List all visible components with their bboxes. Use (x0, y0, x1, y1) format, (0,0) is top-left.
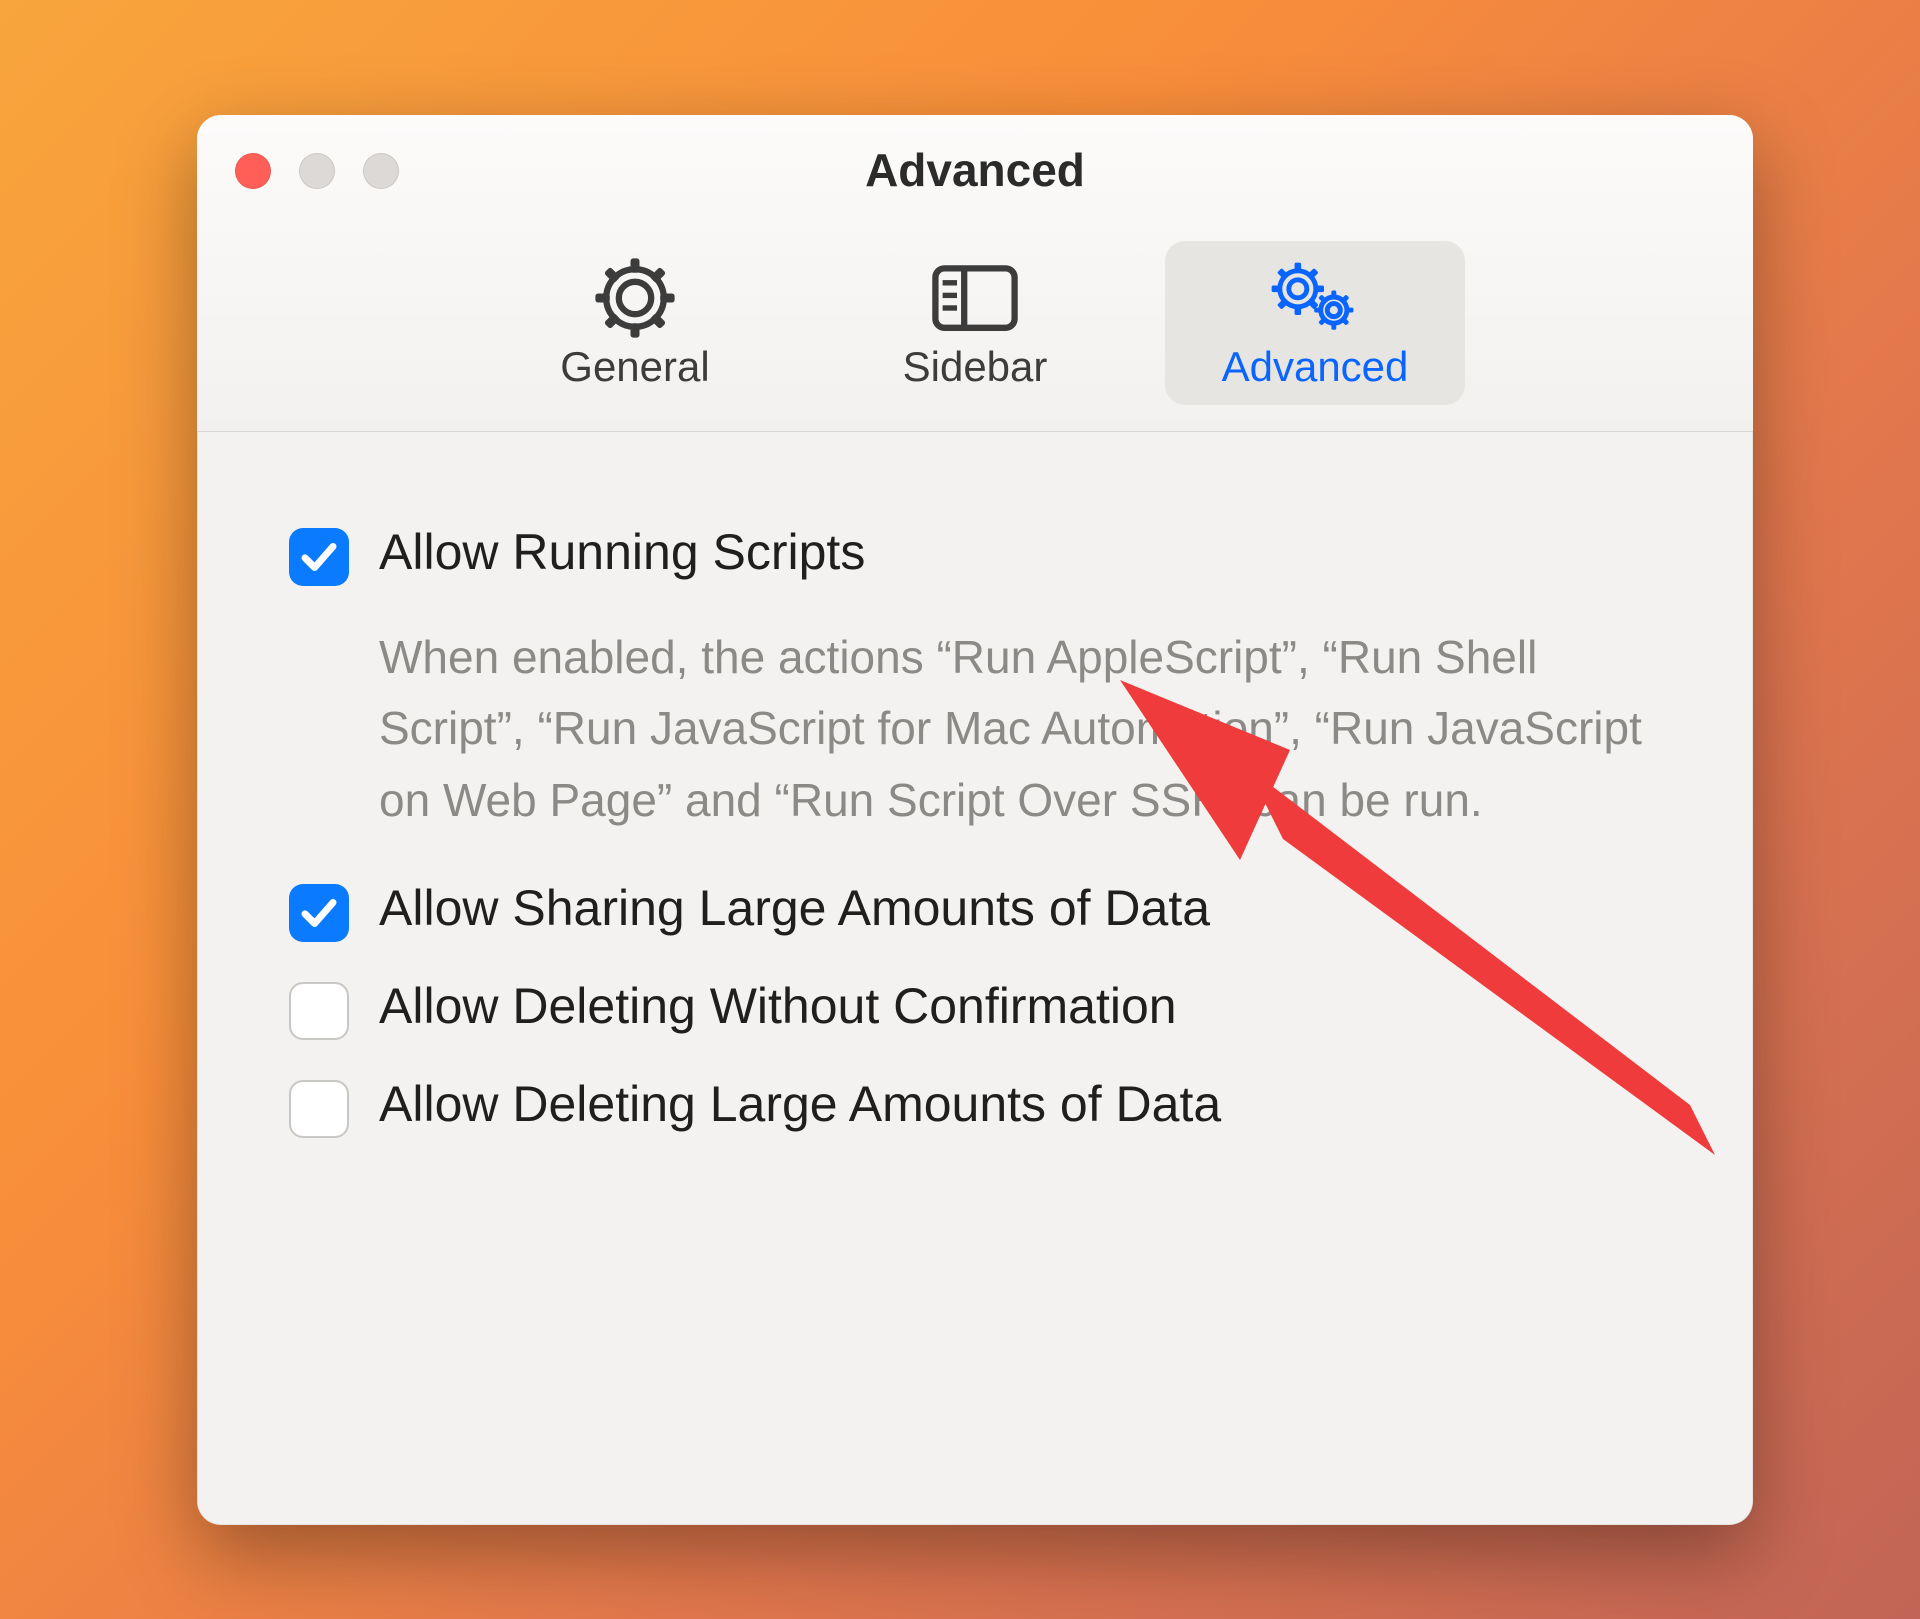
option-label: Allow Deleting Without Confirmation (379, 978, 1177, 1036)
checkmark-icon (298, 536, 340, 578)
desktop-background: Advanced (0, 0, 1920, 1619)
minimize-icon[interactable] (299, 153, 335, 189)
option-allow-deleting-without-confirmation: Allow Deleting Without Confirmation (289, 978, 1661, 1040)
tab-label: Sidebar (903, 343, 1048, 391)
preferences-window: Advanced (197, 115, 1753, 1525)
checkbox-allow-running-scripts[interactable] (289, 528, 349, 586)
option-label: Allow Sharing Large Amounts of Data (379, 880, 1210, 938)
checkbox-allow-deleting-without-confirmation[interactable] (289, 982, 349, 1040)
sidebar-icon (930, 259, 1020, 337)
gear-icon (590, 259, 680, 337)
tab-advanced[interactable]: Advanced (1165, 241, 1465, 405)
tab-general[interactable]: General (485, 241, 785, 405)
tab-label: General (560, 343, 709, 391)
checkbox-allow-sharing-large-data[interactable] (289, 884, 349, 942)
window-controls (235, 153, 399, 189)
option-allow-running-scripts: Allow Running Scripts (289, 524, 1661, 586)
window-titlebar: Advanced (197, 115, 1753, 432)
window-title: Advanced (197, 139, 1753, 221)
zoom-icon[interactable] (363, 153, 399, 189)
option-description: When enabled, the actions “Run AppleScri… (379, 622, 1661, 836)
option-allow-sharing-large-data: Allow Sharing Large Amounts of Data (289, 880, 1661, 942)
close-icon[interactable] (235, 153, 271, 189)
tab-label: Advanced (1222, 343, 1409, 391)
option-label: Allow Deleting Large Amounts of Data (379, 1076, 1221, 1134)
option-allow-deleting-large-data: Allow Deleting Large Amounts of Data (289, 1076, 1661, 1138)
double-gear-icon (1270, 259, 1360, 337)
preferences-toolbar: General Sidebar (197, 221, 1753, 431)
checkmark-icon (298, 892, 340, 934)
preferences-content: Allow Running Scripts When enabled, the … (197, 432, 1753, 1234)
tab-sidebar[interactable]: Sidebar (825, 241, 1125, 405)
option-label: Allow Running Scripts (379, 524, 865, 582)
checkbox-allow-deleting-large-data[interactable] (289, 1080, 349, 1138)
